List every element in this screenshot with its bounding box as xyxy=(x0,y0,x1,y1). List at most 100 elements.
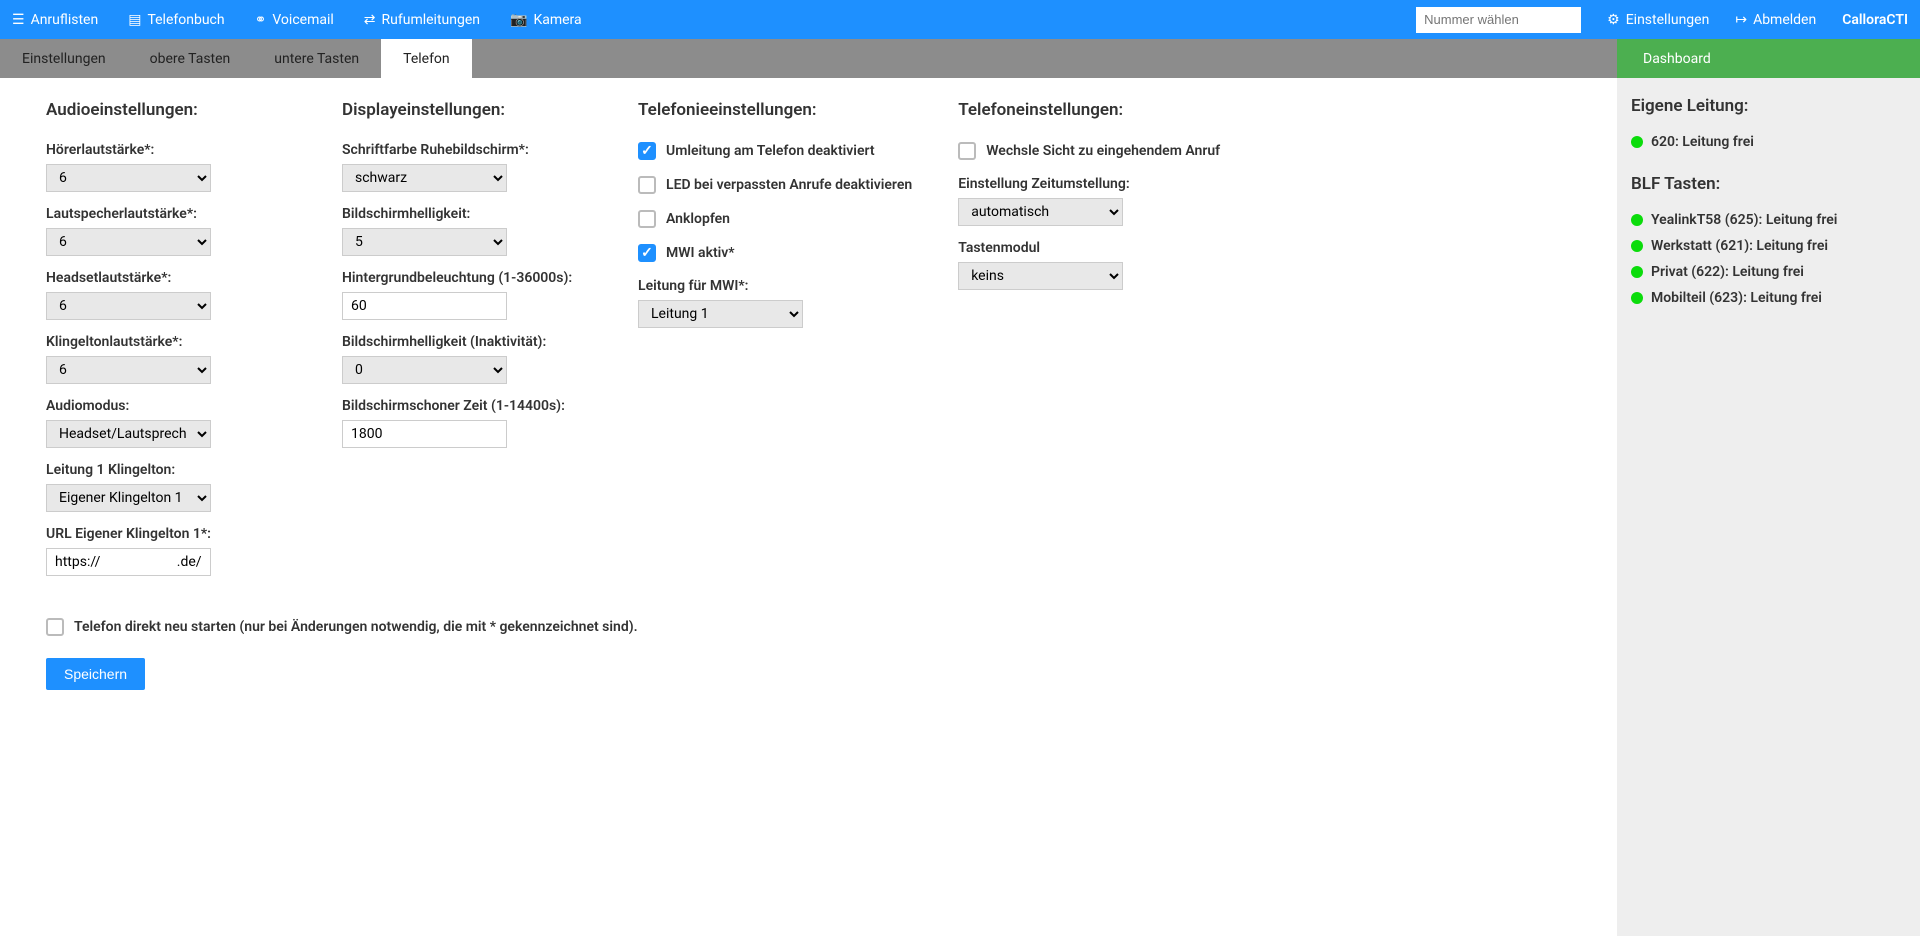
logout-label: Abmelden xyxy=(1753,12,1816,28)
status-dot-icon xyxy=(1631,136,1643,148)
speaker-volume-label: Lautspecherlautstärke*: xyxy=(46,206,296,222)
mwi-checkbox[interactable] xyxy=(638,244,656,262)
led-missed-checkbox[interactable] xyxy=(638,176,656,194)
call-waiting-checkbox[interactable] xyxy=(638,210,656,228)
blf-text: Werkstatt (621): Leitung frei xyxy=(1651,238,1828,254)
backlight-input[interactable] xyxy=(342,292,507,320)
nav-anruflisten[interactable]: ☰ Anruflisten xyxy=(12,12,98,28)
blf-text: Mobilteil (623): Leitung frei xyxy=(1651,290,1822,306)
ringtone-url-input[interactable] xyxy=(46,548,211,576)
blf-item[interactable]: Mobilteil (623): Leitung frei xyxy=(1631,290,1906,306)
nav-label: Voicemail xyxy=(272,12,333,28)
forward-off-checkbox[interactable] xyxy=(638,142,656,160)
brightness-select[interactable]: 5 xyxy=(342,228,507,256)
nav-kamera[interactable]: 📷 Kamera xyxy=(510,12,582,28)
list-icon: ☰ xyxy=(12,12,25,28)
keymodule-select[interactable]: keins xyxy=(958,262,1123,290)
screensaver-label: Bildschirmschoner Zeit (1-14400s): xyxy=(342,398,592,414)
status-dot-icon xyxy=(1631,266,1643,278)
ringtone-url-label: URL Eigener Klingelton 1*: xyxy=(46,526,296,542)
dashboard-badge[interactable]: Dashboard xyxy=(1617,39,1920,78)
brand-label: CalloraCTI xyxy=(1842,12,1908,28)
fontcolor-label: Schriftfarbe Ruhebildschirm*: xyxy=(342,142,592,158)
nav-label: Anruflisten xyxy=(31,12,99,28)
handset-volume-select[interactable]: 6 xyxy=(46,164,211,192)
nav-label: Rufumleitungen xyxy=(382,12,481,28)
logout-link[interactable]: ↦ Abmelden xyxy=(1735,12,1816,28)
phone-column: Telefoneinstellungen: Wechsle Sicht zu e… xyxy=(958,100,1220,304)
voicemail-icon: ⚭ xyxy=(255,12,267,28)
keymodule-label: Tastenmodul xyxy=(958,240,1220,256)
screensaver-input[interactable] xyxy=(342,420,507,448)
blf-text: YealinkT58 (625): Leitung frei xyxy=(1651,212,1837,228)
brightness-label: Bildschirmhelligkeit: xyxy=(342,206,592,222)
headset-volume-label: Headsetlautstärke*: xyxy=(46,270,296,286)
status-dot-icon xyxy=(1631,292,1643,304)
mwi-label: MWI aktiv* xyxy=(666,245,735,261)
own-line-heading: Eigene Leitung: xyxy=(1631,96,1906,116)
nav-voicemail[interactable]: ⚭ Voicemail xyxy=(255,12,334,28)
display-heading: Displayeinstellungen: xyxy=(342,100,592,120)
audio-column: Audioeinstellungen: Hörerlautstärke*: 6 … xyxy=(46,100,296,590)
ring-volume-label: Klingeltonlautstärke*: xyxy=(46,334,296,350)
fontcolor-select[interactable]: schwarz xyxy=(342,164,507,192)
nav-rufumleitungen[interactable]: ⇄ Rufumleitungen xyxy=(364,12,480,28)
tab-einstellungen[interactable]: Einstellungen xyxy=(0,39,128,78)
settings-link[interactable]: ⚙ Einstellungen xyxy=(1607,12,1709,28)
blf-text: Privat (622): Leitung frei xyxy=(1651,264,1804,280)
settings-label: Einstellungen xyxy=(1626,12,1710,28)
own-line-item[interactable]: 620: Leitung frei xyxy=(1631,134,1906,150)
phonebook-icon: ▤ xyxy=(128,12,141,28)
topbar-right: ⚙ Einstellungen ↦ Abmelden CalloraCTI xyxy=(1416,7,1908,33)
topbar: ☰ Anruflisten ▤ Telefonbuch ⚭ Voicemail … xyxy=(0,0,1920,39)
tabbar: Einstellungen obere Tasten untere Tasten… xyxy=(0,39,1920,78)
handset-volume-label: Hörerlautstärke*: xyxy=(46,142,296,158)
display-column: Displayeinstellungen: Schriftfarbe Ruheb… xyxy=(342,100,592,462)
idle-brightness-select[interactable]: 0 xyxy=(342,356,507,384)
ring-volume-select[interactable]: 6 xyxy=(46,356,211,384)
nav-label: Telefonbuch xyxy=(147,12,224,28)
line1-ringtone-select[interactable]: Eigener Klingelton 1 xyxy=(46,484,211,512)
status-dot-icon xyxy=(1631,214,1643,226)
restart-checkbox[interactable] xyxy=(46,618,64,636)
blf-item[interactable]: Werkstatt (621): Leitung frei xyxy=(1631,238,1906,254)
tab-obere-tasten[interactable]: obere Tasten xyxy=(128,39,253,78)
forward-icon: ⇄ xyxy=(364,12,376,28)
led-missed-label: LED bei verpassten Anrufe deaktivieren xyxy=(666,177,912,193)
phone-heading: Telefoneinstellungen: xyxy=(958,100,1220,120)
camera-icon: 📷 xyxy=(510,12,527,28)
sidebar: Eigene Leitung: 620: Leitung frei BLF Ta… xyxy=(1617,78,1920,936)
dst-select[interactable]: automatisch xyxy=(958,198,1123,226)
tab-untere-tasten[interactable]: untere Tasten xyxy=(252,39,381,78)
gear-icon: ⚙ xyxy=(1607,12,1620,28)
own-line-text: 620: Leitung frei xyxy=(1651,134,1754,150)
blf-item[interactable]: YealinkT58 (625): Leitung frei xyxy=(1631,212,1906,228)
blf-heading: BLF Tasten: xyxy=(1631,174,1906,194)
switch-view-checkbox[interactable] xyxy=(958,142,976,160)
status-dot-icon xyxy=(1631,240,1643,252)
settings-panel: Audioeinstellungen: Hörerlautstärke*: 6 … xyxy=(0,78,1617,936)
tab-telefon[interactable]: Telefon xyxy=(381,39,472,78)
audio-mode-label: Audiomodus: xyxy=(46,398,296,414)
dial-input[interactable] xyxy=(1416,7,1581,33)
idle-brightness-label: Bildschirmhelligkeit (Inaktivität): xyxy=(342,334,592,350)
backlight-label: Hintergrundbeleuchtung (1-36000s): xyxy=(342,270,592,286)
headset-volume-select[interactable]: 6 xyxy=(46,292,211,320)
switch-view-label: Wechsle Sicht zu eingehendem Anruf xyxy=(986,143,1220,159)
topbar-nav: ☰ Anruflisten ▤ Telefonbuch ⚭ Voicemail … xyxy=(12,12,582,28)
line1-ringtone-label: Leitung 1 Klingelton: xyxy=(46,462,296,478)
forward-off-label: Umleitung am Telefon deaktiviert xyxy=(666,143,875,159)
mwi-line-label: Leitung für MWI*: xyxy=(638,278,912,294)
audio-heading: Audioeinstellungen: xyxy=(46,100,296,120)
save-button[interactable]: Speichern xyxy=(46,658,145,690)
call-waiting-label: Anklopfen xyxy=(666,211,730,227)
telephony-column: Telefonieeinstellungen: Umleitung am Tel… xyxy=(638,100,912,342)
mwi-line-select[interactable]: Leitung 1 xyxy=(638,300,803,328)
blf-item[interactable]: Privat (622): Leitung frei xyxy=(1631,264,1906,280)
dst-label: Einstellung Zeitumstellung: xyxy=(958,176,1220,192)
audio-mode-select[interactable]: Headset/Lautsprecher xyxy=(46,420,211,448)
speaker-volume-select[interactable]: 6 xyxy=(46,228,211,256)
nav-telefonbuch[interactable]: ▤ Telefonbuch xyxy=(128,12,224,28)
telephony-heading: Telefonieeinstellungen: xyxy=(638,100,912,120)
nav-label: Kamera xyxy=(533,12,581,28)
